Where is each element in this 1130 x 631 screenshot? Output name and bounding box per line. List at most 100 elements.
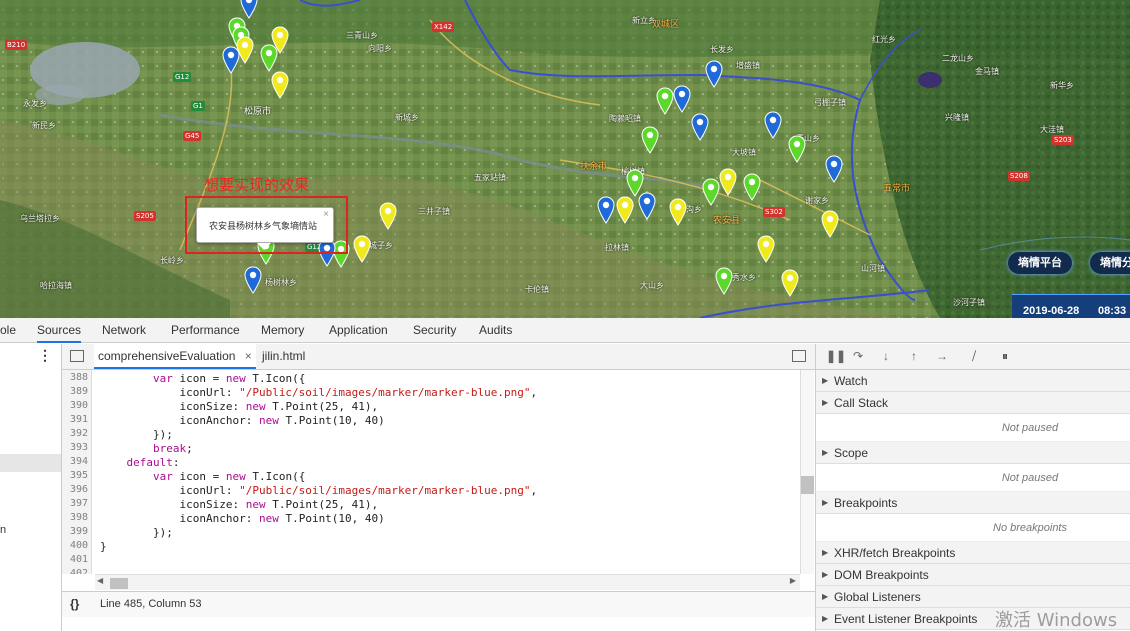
code-line[interactable]: } [100, 540, 107, 553]
code-line[interactable]: iconUrl: "/Public/soil/images/marker/mar… [100, 386, 537, 399]
line-number[interactable]: 396 [62, 484, 88, 495]
code-line[interactable]: iconAnchor: new T.Point(10, 40) [100, 512, 384, 525]
line-number[interactable]: 401 [62, 554, 88, 565]
station-marker-yellow-icon[interactable] [781, 269, 799, 297]
code-line[interactable]: default: [100, 456, 180, 469]
file-tab-comprehensive-evaluation[interactable]: comprehensiveEvaluation × [94, 344, 256, 369]
tab-audits[interactable]: Audits [479, 318, 512, 343]
code-line[interactable]: iconUrl: "/Public/soil/images/marker/mar… [100, 484, 537, 497]
scroll-thumb[interactable] [801, 476, 814, 494]
tab-security[interactable]: Security [413, 318, 456, 343]
line-number[interactable]: 399 [62, 526, 88, 537]
navigator-sidebar[interactable]: ⋮ n [0, 344, 62, 631]
station-marker-blue-icon[interactable] [597, 196, 615, 224]
scroll-left-icon[interactable]: ◀ [97, 576, 103, 585]
step-out-icon[interactable]: ↑ [911, 349, 917, 363]
station-marker-green-icon[interactable] [641, 126, 659, 154]
debugger-section-xhr-fetch-breakpoints[interactable]: ▶ XHR/fetch Breakpoints [816, 542, 1130, 564]
station-marker-blue-icon[interactable] [705, 60, 723, 88]
station-marker-yellow-icon[interactable] [719, 168, 737, 196]
soil-moisture-platform-button[interactable]: 墒情平台 [1008, 252, 1072, 274]
station-marker-green-icon[interactable] [743, 173, 761, 201]
code-line[interactable]: iconAnchor: new T.Point(10, 40) [100, 414, 384, 427]
line-number[interactable]: 402 [62, 568, 88, 574]
line-number[interactable]: 398 [62, 512, 88, 523]
line-number[interactable]: 394 [62, 456, 88, 467]
scroll-thumb[interactable] [110, 578, 128, 589]
toggle-navigator-icon[interactable] [70, 350, 84, 362]
code-line[interactable]: var icon = new T.Icon({ [100, 470, 305, 483]
debugger-section-global-listeners[interactable]: ▶ Global Listeners [816, 586, 1130, 608]
station-marker-blue-icon[interactable] [673, 85, 691, 113]
code-line[interactable]: var icon = new T.Icon({ [100, 372, 305, 385]
tab-application[interactable]: Application [329, 318, 388, 343]
line-number[interactable]: 390 [62, 400, 88, 411]
tab-memory[interactable]: Memory [261, 318, 304, 343]
info-window[interactable]: 农安县杨树林乡气象墒情站 × [196, 207, 334, 250]
station-marker-yellow-icon[interactable] [821, 210, 839, 238]
line-number[interactable]: 400 [62, 540, 88, 551]
code-line[interactable]: iconSize: new T.Point(25, 41), [100, 498, 378, 511]
line-number-gutter: 388 389 390 391 392 393 394 395 396 397 398 399 400 4… [62, 370, 92, 574]
toggle-debugger-icon[interactable] [792, 350, 806, 362]
debugger-section-watch[interactable]: ▶ Watch [816, 370, 1130, 392]
navigator-item-fragment[interactable]: n [0, 524, 6, 536]
debugger-section-breakpoints[interactable]: ▶ Breakpoints [816, 492, 1130, 514]
place-label: 新华乡 [1050, 81, 1074, 90]
pretty-print-button[interactable]: {} [70, 597, 79, 611]
step-icon[interactable]: → [936, 349, 948, 363]
vertical-scrollbar[interactable] [800, 370, 814, 574]
pause-icon[interactable]: ❚❚ [826, 349, 846, 363]
tab-performance[interactable]: Performance [171, 318, 240, 343]
line-number[interactable]: 389 [62, 386, 88, 397]
station-marker-yellow-icon[interactable] [669, 198, 687, 226]
station-marker-blue-icon[interactable] [222, 46, 240, 74]
station-marker-green-icon[interactable] [702, 178, 720, 206]
step-into-icon[interactable]: ↓ [883, 349, 889, 363]
station-marker-yellow-icon[interactable] [616, 196, 634, 224]
scroll-right-icon[interactable]: ▶ [790, 576, 796, 585]
station-marker-yellow-icon[interactable] [271, 71, 289, 99]
code-line[interactable]: }); [100, 526, 173, 539]
line-number[interactable]: 391 [62, 414, 88, 425]
more-options-icon[interactable]: ⋮ [38, 348, 52, 364]
step-over-icon[interactable]: ↷ [853, 349, 863, 363]
code-editor[interactable]: 388 389 390 391 392 393 394 395 396 397 398 399 400 4… [62, 370, 800, 574]
tab-console[interactable]: ole [0, 318, 16, 343]
line-number[interactable]: 397 [62, 498, 88, 509]
code-line[interactable]: }); [100, 428, 173, 441]
station-marker-green-icon[interactable] [656, 87, 674, 115]
section-label: DOM Breakpoints [834, 568, 929, 582]
station-marker-green-icon[interactable] [788, 135, 806, 163]
debugger-section-scope[interactable]: ▶ Scope [816, 442, 1130, 464]
tab-sources[interactable]: Sources [37, 318, 82, 343]
station-marker-green-icon[interactable] [715, 267, 733, 295]
line-number[interactable]: 395 [62, 470, 88, 481]
horizontal-scrollbar[interactable]: ◀ ▶ [95, 574, 800, 590]
station-marker-yellow-icon[interactable] [353, 235, 371, 263]
station-marker-blue-icon[interactable] [764, 111, 782, 139]
satellite-map[interactable]: 三青山乡 向阳乡 新城乡 五家站镇 陶赖昭镇 三井子镇 增盛镇 弓棚子镇 长发乡… [0, 0, 1130, 318]
line-number[interactable]: 388 [62, 372, 88, 383]
station-marker-blue-icon[interactable] [244, 266, 262, 294]
station-marker-blue-icon[interactable] [825, 155, 843, 183]
station-marker-yellow-icon[interactable] [271, 26, 289, 54]
station-marker-blue-icon[interactable] [638, 192, 656, 220]
station-marker-blue-icon[interactable] [691, 113, 709, 141]
debugger-section-call-stack[interactable]: ▶ Call Stack [816, 392, 1130, 414]
close-icon[interactable]: × [323, 209, 329, 220]
pause-on-exceptions-icon[interactable]: ⏸ [1002, 349, 1008, 364]
soil-moisture-analysis-button[interactable]: 墒情分 [1090, 252, 1130, 274]
close-tab-icon[interactable]: × [245, 349, 252, 363]
selected-navigator-row[interactable] [0, 454, 61, 472]
code-line[interactable]: break; [100, 442, 193, 455]
debugger-section-dom-breakpoints[interactable]: ▶ DOM Breakpoints [816, 564, 1130, 586]
station-marker-yellow-icon[interactable] [379, 202, 397, 230]
code-line[interactable]: iconSize: new T.Point(25, 41), [100, 400, 378, 413]
file-tab-jilin-html[interactable]: jilin.html [262, 344, 305, 369]
line-number[interactable]: 393 [62, 442, 88, 453]
station-marker-yellow-icon[interactable] [757, 235, 775, 263]
line-number[interactable]: 392 [62, 428, 88, 439]
tab-network[interactable]: Network [102, 318, 146, 343]
deactivate-breakpoints-icon[interactable]: ⧸ [972, 349, 976, 364]
